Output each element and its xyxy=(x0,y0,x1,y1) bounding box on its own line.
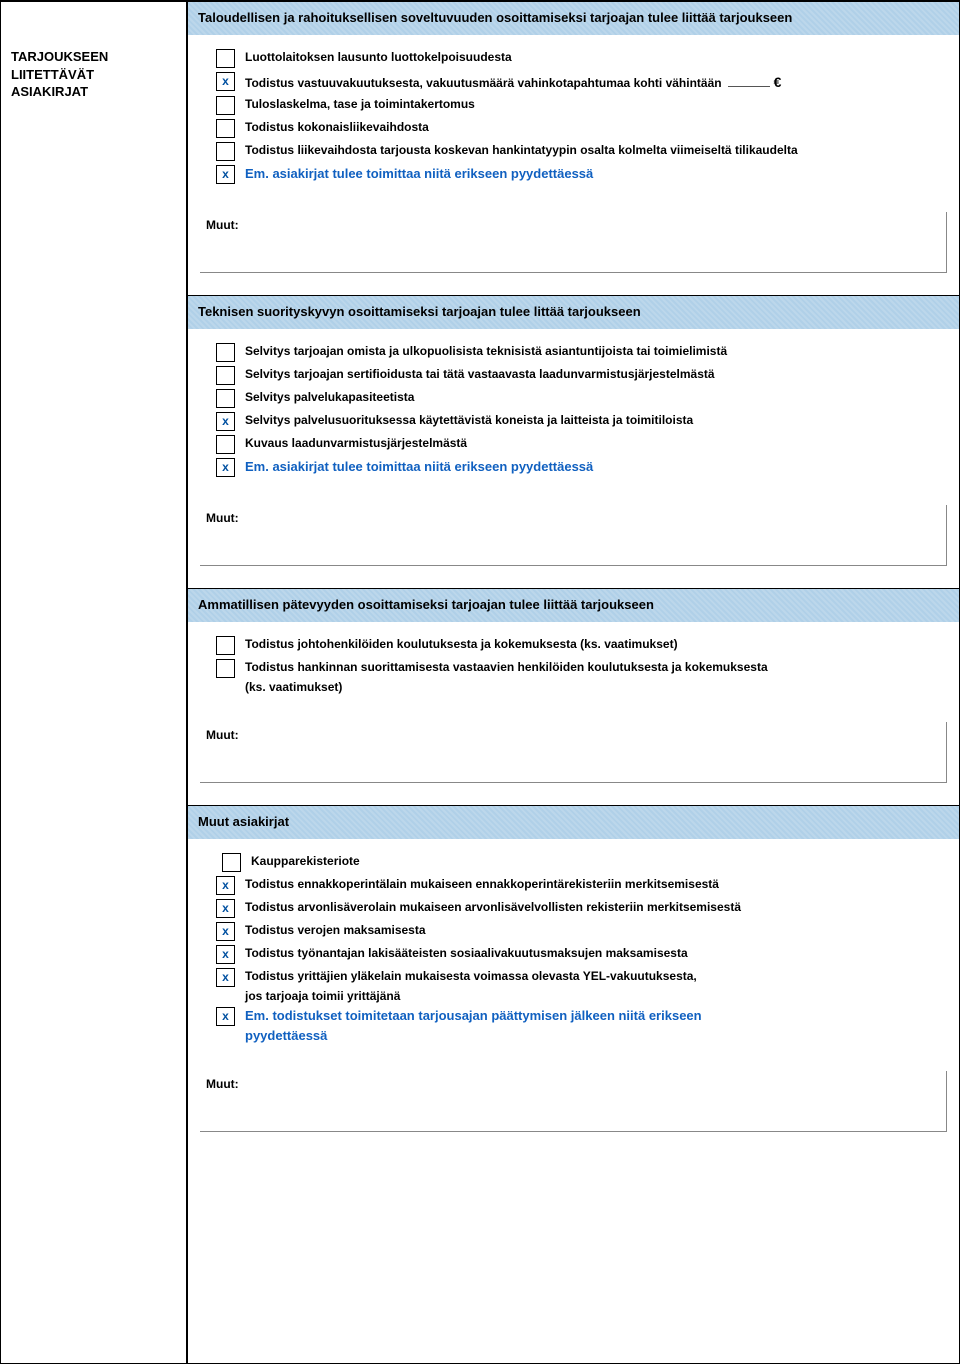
checkbox[interactable] xyxy=(216,899,235,918)
sidebar-line1: TARJOUKSEEN xyxy=(11,48,180,66)
section-other-docs: Muut asiakirjat Kaupparekisteriote Todis… xyxy=(188,806,959,1132)
item-label-cont: jos tarjoaja toimii yrittäjänä xyxy=(216,989,945,1003)
checkbox[interactable] xyxy=(216,389,235,408)
item-label: Todistus vastuuvakuutuksesta, vakuutusmä… xyxy=(245,72,945,92)
item-label: Selvitys tarjoajan sertifioidusta tai tä… xyxy=(245,366,945,383)
checkbox[interactable] xyxy=(216,458,235,477)
checkbox[interactable] xyxy=(216,922,235,941)
section-other-heading: Muut asiakirjat xyxy=(188,806,959,839)
item-label: Selvitys palvelusuorituksessa käytettävi… xyxy=(245,412,945,429)
checkbox[interactable] xyxy=(216,876,235,895)
item-label: Tuloslaskelma, tase ja toimintakertomus xyxy=(245,96,945,113)
item-label: Kuvaus laadunvarmistusjärjestelmästä xyxy=(245,435,945,452)
item-label-highlight: Em. todistukset toimitetaan tarjousajan … xyxy=(245,1007,945,1026)
page: TARJOUKSEEN LIITETTÄVÄT ASIAKIRJAT Talou… xyxy=(0,0,960,1364)
item-label-highlight: Em. asiakirjat tulee toimittaa niitä eri… xyxy=(245,458,945,477)
euro-symbol: € xyxy=(774,72,782,92)
muut-field[interactable]: Muut: xyxy=(200,505,947,566)
checkbox[interactable] xyxy=(216,165,235,184)
checkbox[interactable] xyxy=(216,96,235,115)
main: Taloudellisen ja rahoituksellisen sovelt… xyxy=(186,2,959,1363)
checkbox[interactable] xyxy=(216,72,235,91)
item-label: Selvitys tarjoajan omista ja ulkopuolisi… xyxy=(245,343,945,360)
checkbox[interactable] xyxy=(216,49,235,68)
section-technical-heading: Teknisen suorityskyvyn osoittamiseksi ta… xyxy=(188,296,959,329)
section-professional: Ammatillisen pätevyyden osoittamiseksi t… xyxy=(188,589,959,806)
item-label: Todistus yrittäjien yläkelain mukaisesta… xyxy=(245,968,945,985)
item-label: Kaupparekisteriote xyxy=(251,853,945,870)
checkbox[interactable] xyxy=(216,366,235,385)
section-technical: Teknisen suorityskyvyn osoittamiseksi ta… xyxy=(188,296,959,589)
checkbox[interactable] xyxy=(216,435,235,454)
checkbox[interactable] xyxy=(216,119,235,138)
checkbox[interactable] xyxy=(216,968,235,987)
sidebar: TARJOUKSEEN LIITETTÄVÄT ASIAKIRJAT xyxy=(1,2,186,1363)
checkbox[interactable] xyxy=(216,412,235,431)
amount-field[interactable] xyxy=(728,75,770,87)
item-label: Todistus kokonaisliikevaihdosta xyxy=(245,119,945,136)
item-label: Todistus johtohenkilöiden koulutuksesta … xyxy=(245,636,945,653)
item-label: Luottolaitoksen lausunto luottokelpoisuu… xyxy=(245,49,945,66)
item-label-highlight-cont: pyydettäessä xyxy=(216,1028,945,1043)
item-label-highlight: Em. asiakirjat tulee toimittaa niitä eri… xyxy=(245,165,945,184)
muut-field[interactable]: Muut: xyxy=(200,722,947,783)
item-label: Todistus hankinnan suorittamisesta vasta… xyxy=(245,659,945,676)
checkbox[interactable] xyxy=(216,343,235,362)
section-financial: Taloudellisen ja rahoituksellisen sovelt… xyxy=(188,2,959,296)
item-label: Selvitys palvelukapasiteetista xyxy=(245,389,945,406)
item-label-cont: (ks. vaatimukset) xyxy=(216,680,945,694)
checkbox[interactable] xyxy=(216,1007,235,1026)
muut-field[interactable]: Muut: xyxy=(200,212,947,273)
item-label: Todistus verojen maksamisesta xyxy=(245,922,945,939)
item-label: Todistus liikevaihdosta tarjousta koskev… xyxy=(245,142,945,159)
checkbox[interactable] xyxy=(216,945,235,964)
item-label: Todistus ennakkoperintälain mukaiseen en… xyxy=(245,876,945,893)
section-professional-heading: Ammatillisen pätevyyden osoittamiseksi t… xyxy=(188,589,959,622)
item-label: Todistus arvonlisäverolain mukaiseen arv… xyxy=(245,899,945,916)
muut-field[interactable]: Muut: xyxy=(200,1071,947,1132)
section-financial-heading: Taloudellisen ja rahoituksellisen sovelt… xyxy=(188,2,959,35)
item-label: Todistus työnantajan lakisääteisten sosi… xyxy=(245,945,945,962)
sidebar-line2: LIITETTÄVÄT xyxy=(11,66,180,84)
checkbox[interactable] xyxy=(216,659,235,678)
checkbox[interactable] xyxy=(216,142,235,161)
checkbox[interactable] xyxy=(216,636,235,655)
checkbox[interactable] xyxy=(222,853,241,872)
sidebar-line3: ASIAKIRJAT xyxy=(11,83,180,101)
